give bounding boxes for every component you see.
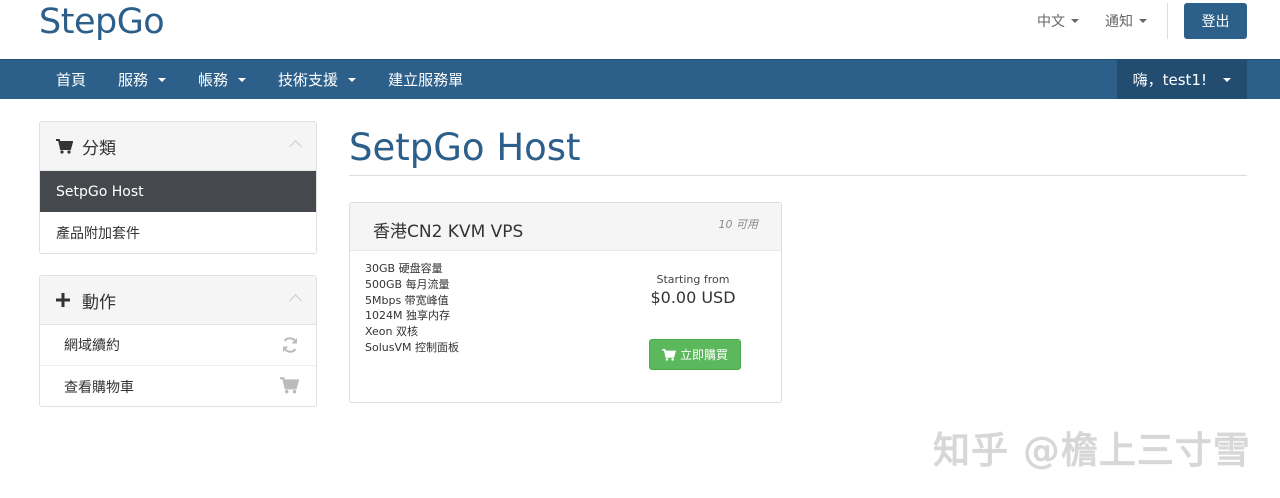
categories-panel: 分類 SetpGo Host 產品附加套件 (39, 121, 317, 254)
caret-down-icon (1223, 77, 1231, 82)
categories-title: 分類 (82, 138, 116, 159)
feature-item: 1024M 独享内存 (365, 309, 450, 323)
category-item-setpgo-host[interactable]: SetpGo Host (40, 171, 316, 212)
top-header: StepGo 中文 通知 登出 (0, 0, 1280, 59)
caret-down-icon (1071, 19, 1079, 23)
product-header: 香港CN2 KVM VPS 10 可用 (350, 203, 781, 251)
feature-item: SolusVM 控制面板 (365, 340, 459, 354)
notifications-dropdown[interactable]: 通知 (1105, 11, 1147, 31)
logout-button[interactable]: 登出 (1184, 3, 1247, 39)
nav-item-label: 建立服務單 (388, 71, 464, 89)
starting-from-label: Starting from (656, 273, 730, 286)
nav-item-services[interactable]: 服務 (102, 60, 182, 99)
page-title: SetpGo Host (349, 126, 581, 169)
product-price: $0.00 USD (650, 288, 736, 307)
nav-item-label: 服務 (118, 71, 149, 89)
cart-icon (56, 138, 74, 154)
product-name: 香港CN2 KVM VPS (373, 222, 524, 242)
notifications-label: 通知 (1105, 14, 1133, 30)
nav-item-support[interactable]: 技術支援 (262, 60, 372, 99)
action-item-view-cart[interactable]: 查看購物車 (40, 366, 316, 407)
action-item-domain-renewal[interactable]: 網域續約 (40, 325, 316, 366)
chevron-up-icon[interactable] (289, 140, 302, 153)
nav-menu: 首頁 服務 帳務 技術支援 建立服務單 (40, 60, 479, 100)
action-item-label: 網域續約 (64, 338, 120, 354)
user-menu[interactable]: 嗨，test1! (1116, 60, 1247, 99)
price-box: Starting from $0.00 USD (630, 273, 756, 307)
nav-item-label: 帳務 (198, 71, 229, 89)
cart-icon (280, 377, 300, 398)
feature-item: Xeon 双核 (365, 325, 419, 339)
product-availability: 10 可用 (718, 218, 759, 231)
watermark: 知乎 @檐上三寸雪 (933, 429, 1251, 472)
nav-item-label: 首頁 (56, 71, 87, 89)
feature-item: 30GB 硬盘容量 (365, 262, 443, 275)
language-label: 中文 (1037, 14, 1065, 30)
category-item-addons[interactable]: 產品附加套件 (40, 212, 316, 253)
categories-heading[interactable]: 分類 (40, 122, 316, 171)
nav-item-open-ticket[interactable]: 建立服務單 (372, 60, 479, 99)
nav-item-home[interactable]: 首頁 (40, 60, 102, 99)
caret-down-icon (1139, 19, 1147, 23)
category-item-label: 產品附加套件 (56, 225, 140, 242)
plus-icon (56, 293, 74, 307)
order-now-label: 立即購買 (679, 348, 728, 362)
user-greeting: 嗨，test1! (1132, 71, 1207, 89)
actions-panel: 動作 網域續約 查看購物車 (39, 275, 317, 407)
actions-title: 動作 (82, 292, 116, 313)
nav-item-billing[interactable]: 帳務 (182, 60, 262, 99)
nav-item-label: 技術支援 (278, 71, 339, 89)
actions-heading[interactable]: 動作 (40, 276, 316, 325)
category-item-label: SetpGo Host (56, 183, 144, 200)
feature-item: 5Mbps 带宽峰值 (365, 293, 449, 307)
site-logo[interactable]: StepGo (39, 0, 165, 44)
product-card: 香港CN2 KVM VPS 10 可用 30GB 硬盘容量 500GB 每月流量… (349, 202, 782, 403)
caret-down-icon (348, 77, 357, 82)
chevron-up-icon[interactable] (289, 294, 302, 307)
order-now-button[interactable]: 立即購買 (649, 339, 741, 370)
feature-item: 500GB 每月流量 (365, 277, 450, 291)
product-features: 30GB 硬盘容量 500GB 每月流量 5Mbps 带宽峰值 1024M 独享… (365, 261, 459, 356)
language-dropdown[interactable]: 中文 (1037, 11, 1079, 31)
caret-down-icon (158, 77, 167, 82)
main-navbar: 首頁 服務 帳務 技術支援 建立服務單 嗨，test1! (0, 59, 1280, 99)
caret-down-icon (238, 77, 247, 82)
action-item-label: 查看購物車 (64, 379, 134, 396)
refresh-icon (281, 336, 299, 358)
divider (1167, 3, 1168, 39)
header-actions: 中文 通知 登出 (1037, 3, 1247, 39)
cart-icon (662, 348, 676, 361)
divider (349, 175, 1247, 176)
